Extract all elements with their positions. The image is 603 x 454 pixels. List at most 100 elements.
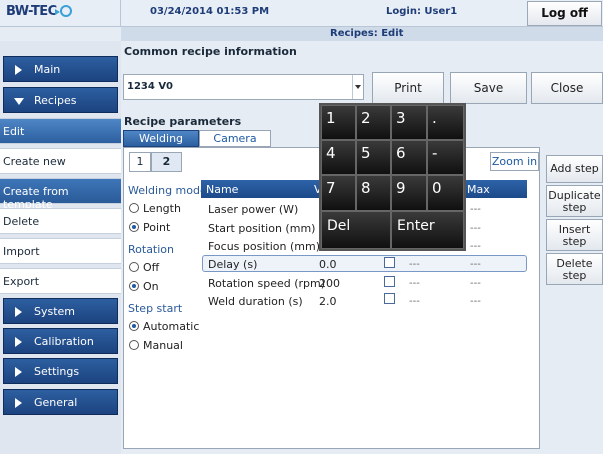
- radio-selected-icon: [129, 281, 139, 291]
- key-2[interactable]: 2: [356, 105, 391, 140]
- key-label: 1: [326, 109, 336, 127]
- insert-step-button[interactable]: Insert step: [546, 219, 603, 251]
- radio-point-label: Point: [143, 221, 171, 234]
- row-max: ---: [470, 204, 481, 215]
- sidebar-item-import[interactable]: Import: [0, 238, 121, 264]
- radio-length-label: Length: [143, 202, 181, 215]
- radio-on[interactable]: On: [129, 280, 159, 293]
- duplicate-step-button[interactable]: Duplicate step: [546, 185, 603, 217]
- add-step-label: Add step: [550, 162, 599, 175]
- row-name: Delay (s): [208, 258, 258, 271]
- key-enter[interactable]: Enter: [391, 211, 464, 249]
- login-status: Login: User1: [386, 6, 458, 17]
- nav-recipes[interactable]: Recipes: [3, 87, 118, 113]
- row-checkbox[interactable]: [384, 257, 395, 268]
- radio-circle-icon: [129, 203, 139, 213]
- nav-system-label: System: [34, 305, 76, 318]
- sidebar-item-edit[interactable]: Edit: [0, 118, 121, 144]
- key-4[interactable]: 4: [321, 140, 356, 175]
- row-name: Focus position (mm): [208, 240, 320, 253]
- nav-main[interactable]: Main: [3, 56, 118, 82]
- step-start-label: Step start: [128, 302, 183, 315]
- key-1[interactable]: 1: [321, 105, 356, 140]
- key-0[interactable]: 0: [427, 175, 464, 211]
- rotation-label: Rotation: [128, 243, 175, 256]
- delete-step-button[interactable]: Delete step: [546, 253, 603, 285]
- key-decimal[interactable]: .: [427, 105, 464, 140]
- key-label: Del: [327, 218, 351, 234]
- nav-general-label: General: [34, 396, 78, 409]
- key-label: 3: [396, 109, 406, 127]
- logoff-button[interactable]: Log off: [527, 1, 602, 26]
- chevron-right-icon: [15, 398, 22, 408]
- key-5[interactable]: 5: [356, 140, 391, 175]
- nav-recipes-label: Recipes: [34, 94, 77, 107]
- insert-step-label-2: step: [562, 235, 587, 248]
- add-step-button[interactable]: Add step: [546, 155, 603, 183]
- nav-calibration[interactable]: Calibration: [3, 328, 118, 354]
- key-label: 7: [326, 179, 336, 197]
- column-name: Name: [206, 183, 239, 196]
- print-button[interactable]: Print: [372, 72, 444, 104]
- row-max: ---: [470, 278, 481, 289]
- radio-selected-icon: [129, 321, 139, 331]
- close-button[interactable]: Close: [531, 72, 603, 104]
- radio-manual-label: Manual: [143, 339, 183, 352]
- radio-off[interactable]: Off: [129, 261, 159, 274]
- welding-mode-label: Welding mode: [128, 184, 207, 197]
- recipe-select[interactable]: 1234 V0: [123, 74, 364, 100]
- row-max: ---: [470, 223, 481, 234]
- dropdown-arrow-icon[interactable]: [352, 75, 363, 99]
- step-tab-1[interactable]: 1: [129, 152, 151, 172]
- row-name: Rotation speed (rpm): [208, 277, 326, 290]
- logo-ring-icon: [60, 5, 72, 17]
- key-label: 2: [361, 109, 371, 127]
- key-minus[interactable]: -: [427, 140, 464, 175]
- zoom-in-button[interactable]: Zoom in: [490, 152, 539, 171]
- radio-length[interactable]: Length: [129, 202, 181, 215]
- tab-welding[interactable]: Welding: [123, 130, 199, 147]
- radio-automatic[interactable]: Automatic: [129, 320, 199, 333]
- key-label: Enter: [397, 218, 435, 234]
- key-8[interactable]: 8: [356, 175, 391, 211]
- sidebar-item-delete[interactable]: Delete: [0, 208, 121, 234]
- step-tab-2[interactable]: 2: [151, 152, 182, 172]
- chevron-down-icon: [14, 98, 24, 105]
- row-value[interactable]: 2.0: [319, 295, 337, 308]
- nav-system[interactable]: System: [3, 298, 118, 324]
- sidebar-item-create-new[interactable]: Create new: [0, 148, 121, 174]
- delete-step-label-2: step: [562, 269, 587, 282]
- nav-general[interactable]: General: [3, 389, 118, 415]
- key-9[interactable]: 9: [391, 175, 427, 211]
- row-min: ---: [409, 278, 420, 289]
- row-max: ---: [470, 241, 481, 252]
- nav-settings[interactable]: Settings: [3, 358, 118, 384]
- radio-manual[interactable]: Manual: [129, 339, 183, 352]
- key-delete[interactable]: Del: [321, 211, 391, 249]
- chevron-right-icon: [15, 65, 22, 75]
- row-checkbox[interactable]: [384, 293, 395, 304]
- row-max: ---: [470, 296, 481, 307]
- row-name: Start position (mm): [208, 222, 316, 235]
- save-button[interactable]: Save: [450, 72, 527, 104]
- key-6[interactable]: 6: [391, 140, 427, 175]
- radio-selected-icon: [129, 222, 139, 232]
- tab-camera[interactable]: Camera: [199, 130, 271, 147]
- company-logo: BW-TEC: [6, 4, 72, 24]
- row-max: ---: [470, 259, 481, 270]
- row-value[interactable]: 200: [319, 277, 340, 290]
- sidebar-item-create-from-template[interactable]: Create from template: [0, 178, 121, 211]
- sidebar-item-label: Edit: [3, 125, 25, 138]
- sidebar-item-label: Delete: [3, 215, 40, 228]
- key-label: -: [432, 144, 438, 162]
- sidebar-item-label: Import: [3, 245, 40, 258]
- radio-automatic-label: Automatic: [143, 320, 200, 333]
- key-3[interactable]: 3: [391, 105, 427, 140]
- key-label: 8: [361, 179, 371, 197]
- key-7[interactable]: 7: [321, 175, 356, 211]
- row-value[interactable]: 0.0: [319, 258, 337, 271]
- row-checkbox[interactable]: [384, 276, 395, 287]
- radio-point[interactable]: Point: [129, 221, 170, 234]
- sidebar-item-export[interactable]: Export: [0, 268, 121, 294]
- key-label: 6: [396, 144, 406, 162]
